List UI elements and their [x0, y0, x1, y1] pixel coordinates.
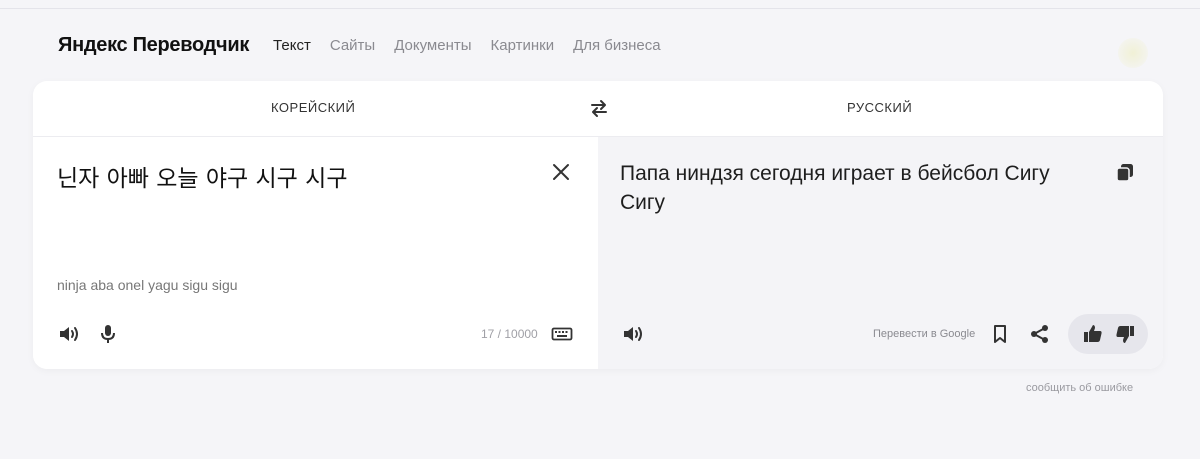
- language-bar: КОРЕЙСКИЙ РУССКИЙ: [33, 81, 1163, 137]
- target-pane: Папа ниндзя сегодня играет в бейсбол Сиг…: [598, 137, 1163, 369]
- source-language-selector[interactable]: КОРЕЙСКИЙ: [271, 100, 355, 115]
- keyboard-icon[interactable]: [549, 321, 575, 347]
- character-counter: 17 / 10000: [481, 327, 538, 341]
- decorative-glow: [1118, 38, 1148, 68]
- source-text-input[interactable]: 닌자 아빠 오늘 야구 시구 시구: [57, 159, 347, 193]
- nav-item-text[interactable]: Текст: [273, 37, 311, 54]
- header: Яндекс Переводчик Текст Сайты Документы …: [58, 30, 661, 60]
- translator-card: КОРЕЙСКИЙ РУССКИЙ 닌자 아빠 오늘 야구 시구 시구 ninj…: [33, 81, 1163, 369]
- nav-item-sites[interactable]: Сайты: [330, 37, 375, 54]
- thumb-up-icon[interactable]: [1080, 321, 1106, 347]
- swap-arrows-icon[interactable]: [588, 97, 610, 119]
- top-divider: [0, 8, 1200, 9]
- thumb-down-icon[interactable]: [1112, 321, 1138, 347]
- nav-item-documents[interactable]: Документы: [394, 37, 471, 54]
- nav-item-images[interactable]: Картинки: [491, 37, 555, 54]
- transliteration: ninja aba onel yagu sigu sigu: [57, 277, 238, 293]
- microphone-icon[interactable]: [95, 321, 121, 347]
- speaker-icon[interactable]: [56, 321, 82, 347]
- close-icon[interactable]: [550, 161, 572, 183]
- app-logo[interactable]: Яндекс Переводчик: [58, 34, 249, 57]
- bookmark-icon[interactable]: [987, 321, 1013, 347]
- speaker-icon[interactable]: [620, 321, 646, 347]
- share-icon[interactable]: [1027, 321, 1053, 347]
- nav-item-business[interactable]: Для бизнеса: [573, 37, 661, 54]
- target-language-selector[interactable]: РУССКИЙ: [847, 100, 912, 115]
- translate-in-google-link[interactable]: Перевести в Google: [873, 328, 975, 340]
- copy-icon[interactable]: [1112, 159, 1138, 185]
- rating-group: [1068, 314, 1148, 354]
- report-error-link[interactable]: сообщить об ошибке: [1026, 382, 1133, 394]
- main-nav: Текст Сайты Документы Картинки Для бизне…: [273, 37, 661, 54]
- source-pane[interactable]: 닌자 아빠 오늘 야구 시구 시구 ninja aba onel yagu si…: [33, 137, 598, 369]
- translation-output: Папа ниндзя сегодня играет в бейсбол Сиг…: [620, 162, 1050, 214]
